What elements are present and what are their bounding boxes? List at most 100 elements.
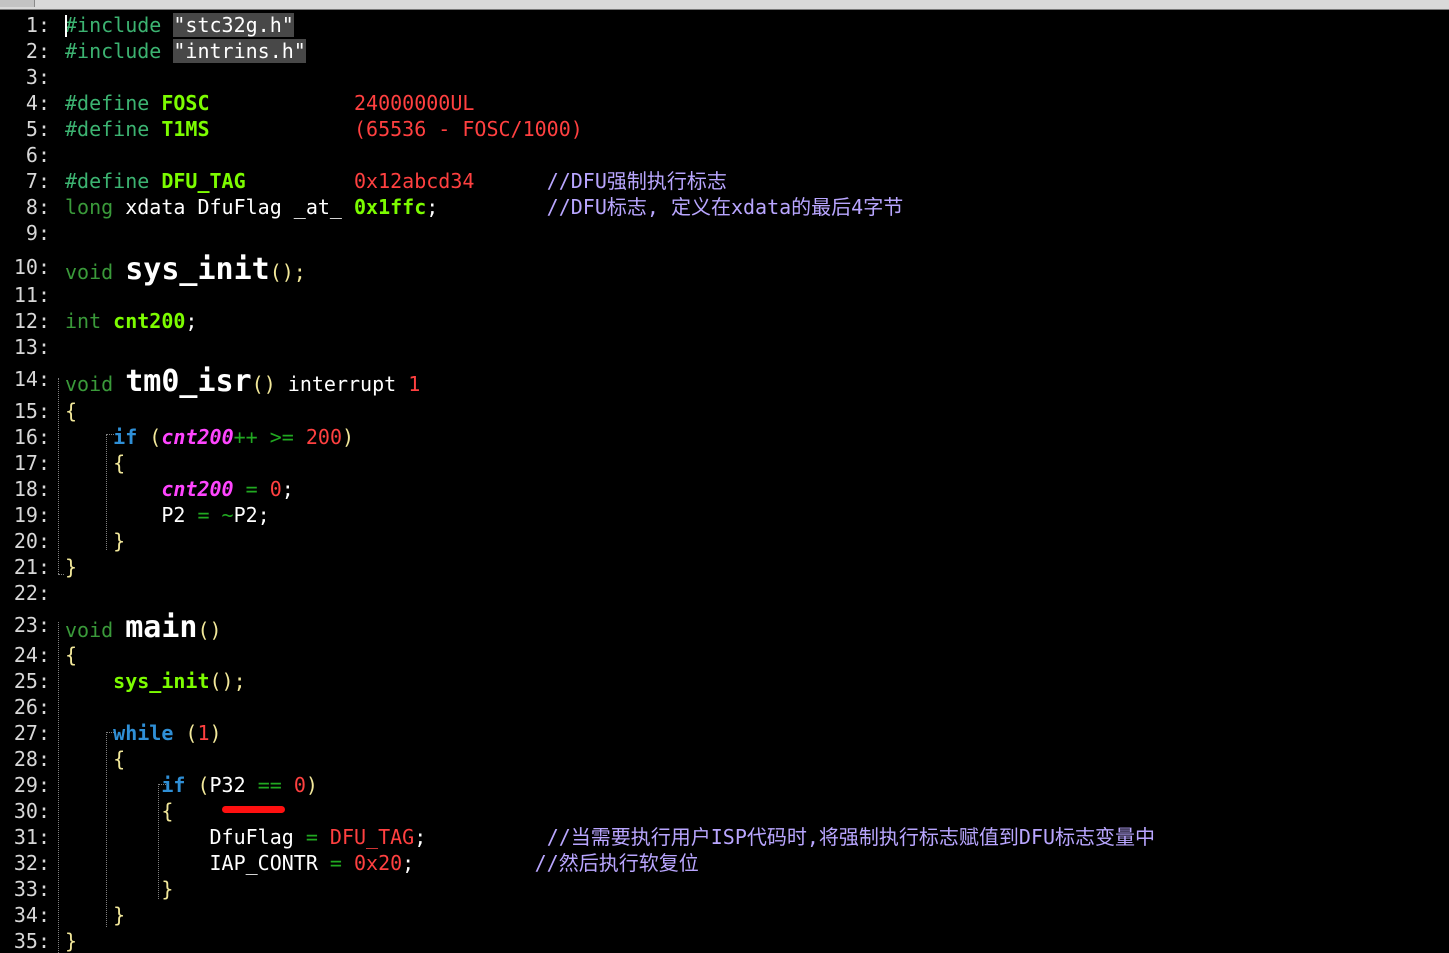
line-number: 12: — [13, 309, 50, 333]
code-token: while — [113, 721, 174, 745]
code-line[interactable]: #define FOSC 24000000UL — [65, 90, 474, 116]
code-line[interactable]: } — [65, 928, 77, 953]
code-token: { — [113, 747, 126, 771]
code-token: 0x12abcd34 — [354, 169, 475, 193]
line-number: 24: — [13, 643, 50, 667]
code-token: { — [65, 643, 78, 667]
code-token: cnt200 — [161, 477, 234, 501]
code-token: #define — [65, 91, 150, 115]
line-number: 5: — [25, 117, 50, 141]
line-number: 26: — [13, 695, 50, 719]
line-number: 35: — [13, 929, 50, 953]
line-number: 34: — [13, 903, 50, 927]
code-token: ) — [209, 721, 222, 745]
code-token: (); — [209, 669, 246, 693]
line-number: 15: — [13, 399, 50, 423]
text-cursor — [65, 15, 67, 37]
code-token: int — [65, 309, 102, 333]
code-line[interactable]: long xdata DfuFlag _at_ 0x1ffc; //DFU标志,… — [65, 194, 903, 220]
line-number: 11: — [13, 283, 50, 307]
code-line[interactable]: { — [65, 746, 125, 772]
fold-guide-while — [106, 732, 107, 927]
code-line[interactable]: int cnt200; — [65, 308, 197, 334]
code-token: 1 — [197, 721, 210, 745]
code-line[interactable]: { — [65, 398, 77, 424]
code-line[interactable]: IAP_CONTR = 0x20; //然后执行软复位 — [65, 850, 698, 876]
line-number: 22: — [13, 581, 50, 605]
editor-tab[interactable] — [0, 0, 35, 7]
line-number: 8: — [25, 195, 50, 219]
fold-guide-main — [58, 622, 59, 953]
fold-guide-inner-if — [158, 784, 159, 899]
code-token: 24000000UL — [354, 91, 475, 115]
code-token: = — [233, 477, 270, 501]
code-line[interactable]: #include "intrins.h" — [65, 38, 306, 64]
code-line[interactable]: void sys_init(); — [65, 254, 306, 286]
code-line[interactable]: { — [65, 450, 125, 476]
code-token: cnt200 — [113, 309, 186, 333]
fold-guide-tm0-isr-end — [58, 574, 64, 576]
line-number: 29: — [13, 773, 50, 797]
code-line[interactable]: DfuFlag = DFU_TAG; //当需要执行用户ISP代码时,将强制执行… — [65, 824, 1155, 850]
code-line[interactable]: if (cnt200++ >= 200) — [65, 424, 354, 450]
code-token: ++ >= — [233, 425, 294, 449]
code-token: { — [113, 451, 126, 475]
line-number: 17: — [13, 451, 50, 475]
code-token: ) — [342, 425, 355, 449]
fold-guide-while-start — [106, 732, 114, 734]
code-token: ; — [426, 195, 439, 219]
code-editor[interactable]: 1: 2: 3: 4: 5: 6: 7: 8: 9: 10: 11: 12: 13: 14: 15: 16: 1… — [0, 0, 1449, 953]
fold-guide-inner-if-start — [158, 784, 166, 786]
code-line[interactable]: #define DFU_TAG 0x12abcd34 //DFU强制执行标志 — [65, 168, 727, 194]
red-underline-annotation — [222, 806, 285, 813]
code-token: void — [65, 260, 114, 284]
code-token: interrupt — [275, 372, 409, 396]
code-token: (65536 - FOSC/1000) — [354, 117, 583, 141]
line-number: 7: — [25, 169, 50, 193]
code-line[interactable]: if (P32 == 0) — [65, 772, 318, 798]
fold-guide-tm0-isr — [58, 378, 59, 574]
code-line[interactable]: while (1) — [65, 720, 222, 746]
code-token: } — [65, 929, 78, 953]
code-token: long — [65, 195, 114, 219]
line-number: 10: — [13, 255, 50, 279]
code-token: #include — [65, 39, 162, 63]
code-line[interactable]: #define T1MS (65536 - FOSC/1000) — [65, 116, 583, 142]
fold-guide-if — [106, 434, 107, 550]
code-token: 0x1ffc — [354, 195, 427, 219]
code-token: if — [113, 425, 138, 449]
code-line[interactable]: { — [65, 642, 77, 668]
code-line[interactable]: void main() — [65, 612, 222, 644]
code-token: 0 — [293, 773, 306, 797]
code-token: } — [113, 903, 126, 927]
line-number: 27: — [13, 721, 50, 745]
code-line[interactable]: } — [65, 902, 125, 928]
code-token: } — [113, 529, 126, 553]
code-token: sys_init — [113, 669, 210, 693]
line-number: 20: — [13, 529, 50, 553]
code-line[interactable]: } — [65, 554, 77, 580]
code-line[interactable]: cnt200 = 0; — [65, 476, 293, 502]
code-token: P2; — [233, 503, 270, 527]
code-line[interactable]: P2 = ~P2; — [65, 502, 270, 528]
line-number: 25: — [13, 669, 50, 693]
code-line[interactable]: sys_init(); — [65, 668, 246, 694]
code-line[interactable]: #include "stc32g.h" — [65, 12, 294, 38]
line-number: 33: — [13, 877, 50, 901]
line-number: 16: — [13, 425, 50, 449]
code-line[interactable]: } — [65, 528, 125, 554]
code-token: ( — [137, 425, 162, 449]
code-token: //DFU强制执行标志 — [546, 169, 727, 193]
code-line[interactable]: void tm0_isr() interrupt 1 — [65, 366, 420, 398]
